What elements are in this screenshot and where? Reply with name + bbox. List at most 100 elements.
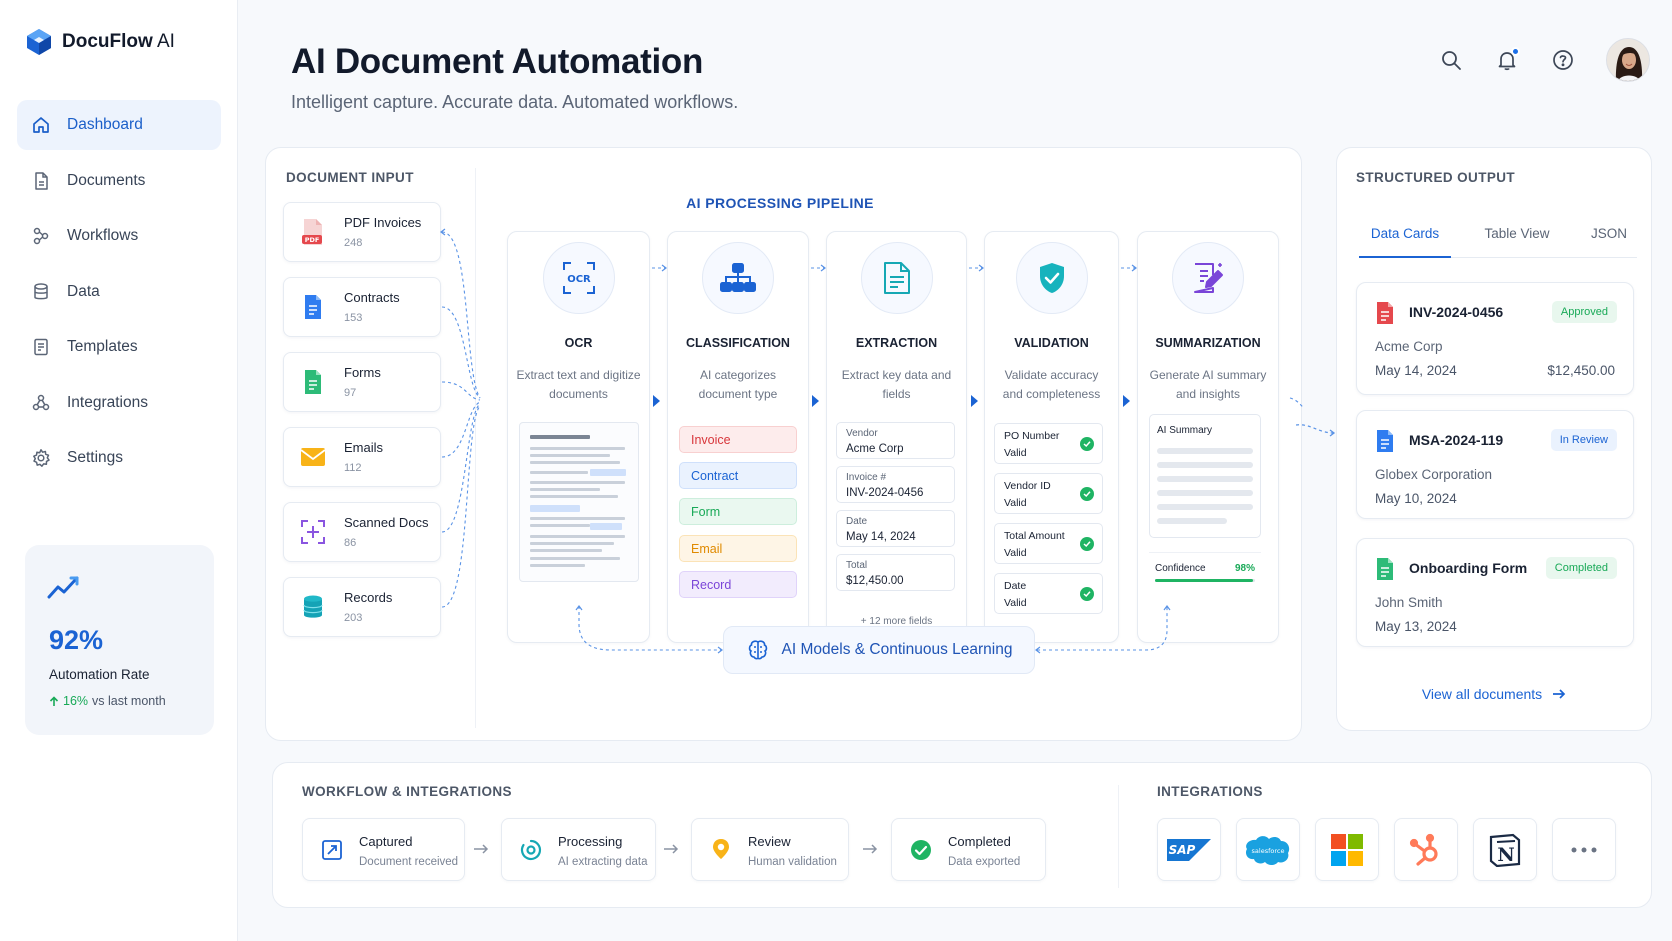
automation-rate-card: 92% Automation Rate 16% vs last month: [25, 545, 214, 735]
capture-icon: [319, 837, 345, 863]
validation-item: Date Valid: [994, 573, 1103, 614]
chip-contract: Contract: [679, 462, 797, 489]
input-card-emails[interactable]: Emails 112: [283, 427, 441, 487]
scan-icon: [296, 515, 330, 549]
more-integrations-button[interactable]: [1552, 818, 1616, 881]
stage-validation[interactable]: VALIDATION Validate accuracy and complet…: [984, 231, 1119, 643]
output-card-id: Onboarding Form: [1409, 560, 1528, 576]
tab-json[interactable]: JSON: [1585, 226, 1633, 258]
extracted-field: Total $12,450.00: [836, 554, 955, 591]
sidebar-item-label: Settings: [67, 449, 124, 466]
stage-summarization[interactable]: SUMMARIZATION Generate AI summary and in…: [1137, 231, 1279, 643]
sidebar: DocuFlow AI Dashboard Documents Workflow…: [0, 0, 238, 941]
integration-salesforce[interactable]: salesforce: [1236, 818, 1300, 881]
output-card-invoice[interactable]: INV-2024-0456 Approved Acme Corp May 14,…: [1356, 282, 1634, 395]
automation-rate-value: 92%: [49, 625, 104, 655]
arrow-up-icon: [49, 695, 59, 706]
output-card-contract[interactable]: MSA-2024-119 In Review Globex Corporatio…: [1356, 410, 1634, 519]
avatar[interactable]: [1606, 38, 1650, 82]
output-card-form[interactable]: Onboarding Form Completed John Smith May…: [1356, 538, 1634, 647]
microsoft-logo-icon: [1331, 833, 1363, 866]
template-icon: [34, 338, 48, 356]
workflow-step-sub: Data exported: [948, 856, 1021, 868]
svg-text:N: N: [1497, 844, 1514, 866]
arrow-right-icon: [664, 844, 679, 854]
tab-table-view[interactable]: Table View: [1477, 226, 1557, 258]
integration-hubspot[interactable]: [1394, 818, 1458, 881]
workflow-integrations-panel: WORKFLOW & INTEGRATIONS INTEGRATIONS Cap…: [272, 762, 1652, 908]
stage-name: OCR: [564, 336, 593, 350]
sidebar-item-workflows[interactable]: Workflows: [17, 211, 221, 261]
logo-icon: [27, 29, 51, 55]
help-button[interactable]: [1550, 47, 1576, 73]
stage-desc: Generate AI summary and insights: [1149, 368, 1267, 401]
workflow-step-title: Review: [748, 834, 791, 849]
integration-notion[interactable]: N: [1473, 818, 1537, 881]
input-card-scanned-docs[interactable]: Scanned Docs 86: [283, 502, 441, 562]
structured-output-title: STRUCTURED OUTPUT: [1356, 170, 1516, 185]
integration-sap[interactable]: SAP: [1157, 818, 1221, 881]
notification-dot: [1511, 47, 1520, 56]
input-count: 112: [344, 462, 362, 474]
check-circle-icon: [908, 837, 934, 863]
form-document-icon: [1377, 558, 1393, 580]
workflow-step-sub: Document received: [359, 856, 459, 868]
notifications-button[interactable]: [1494, 47, 1520, 73]
records-icon: [296, 590, 330, 624]
sidebar-item-label: Integrations: [67, 393, 148, 411]
sidebar-item-documents[interactable]: Documents: [17, 156, 221, 206]
sap-logo-icon: SAP: [1167, 838, 1211, 861]
check-icon: [1080, 437, 1094, 451]
input-card-forms[interactable]: Forms 97: [283, 352, 441, 412]
stage-extraction[interactable]: EXTRACTION Extract key data and fields V…: [826, 231, 967, 643]
chip-email: Email: [679, 535, 797, 562]
confidence-value: 98%: [1234, 563, 1255, 574]
chip-form: Form: [679, 498, 797, 525]
hubspot-logo-icon: [1409, 833, 1438, 866]
stage-ocr[interactable]: OCR OCR Extract text and digitize docume…: [507, 231, 650, 643]
workflow-step-completed[interactable]: Completed Data exported: [891, 818, 1046, 881]
document-input-title: DOCUMENT INPUT: [286, 170, 414, 185]
output-card-id: MSA-2024-119: [1409, 432, 1504, 448]
svg-text:PDF: PDF: [305, 236, 320, 244]
sidebar-item-dashboard[interactable]: Dashboard: [17, 100, 221, 150]
workflow-step-sub: AI extracting data: [558, 856, 648, 868]
summary-edit-icon: [1172, 242, 1244, 314]
hierarchy-icon: [702, 242, 774, 314]
workflow-title: WORKFLOW & INTEGRATIONS: [302, 784, 512, 799]
output-card-party: Acme Corp: [1375, 339, 1443, 354]
sidebar-item-data[interactable]: Data: [17, 267, 221, 317]
workflow-step-captured[interactable]: Captured Document received: [302, 818, 465, 881]
input-name: Emails: [344, 440, 384, 455]
confidence-bar-fill: [1155, 579, 1253, 582]
check-icon: [1080, 537, 1094, 551]
sidebar-nav: Dashboard Documents Workflows Data Templ…: [17, 100, 221, 489]
ai-summary-box: AI Summary: [1149, 414, 1261, 538]
input-card-pdf-invoices[interactable]: PDF PDF Invoices 248: [283, 202, 441, 262]
search-button[interactable]: [1438, 47, 1464, 73]
tab-data-cards[interactable]: Data Cards: [1359, 226, 1451, 258]
integration-microsoft[interactable]: [1315, 818, 1379, 881]
trend-value: 16%: [63, 694, 89, 708]
page-subtitle: Intelligent capture. Accurate data. Auto…: [291, 92, 739, 112]
user-avatar-icon: [1607, 39, 1649, 81]
shield-check-icon: [1015, 242, 1088, 314]
view-all-label: View all documents: [1421, 686, 1543, 702]
input-card-contracts[interactable]: Contracts 153: [283, 277, 441, 337]
ai-models-learning-button[interactable]: AI Models & Continuous Learning: [723, 626, 1035, 674]
stage-classification[interactable]: CLASSIFICATION AI categorizes document t…: [667, 231, 809, 643]
output-card-party: Globex Corporation: [1375, 467, 1493, 482]
database-icon: [34, 282, 48, 299]
workflow-step-review[interactable]: Review Human validation: [691, 818, 849, 881]
stage-desc: Extract text and digitize documents: [516, 368, 641, 401]
workflow-icon: [33, 227, 49, 245]
workflow-step-processing[interactable]: Processing AI extracting data: [501, 818, 656, 881]
notion-logo-icon: N: [1489, 833, 1521, 867]
sidebar-item-settings[interactable]: Settings: [17, 433, 221, 483]
brand[interactable]: DocuFlow AI: [26, 28, 175, 56]
sidebar-item-integrations[interactable]: Integrations: [17, 378, 221, 428]
view-all-documents-link[interactable]: View all documents: [1337, 686, 1651, 702]
ocr-icon: OCR: [542, 242, 615, 314]
sidebar-item-templates[interactable]: Templates: [17, 322, 221, 372]
input-card-records[interactable]: Records 203: [283, 577, 441, 637]
